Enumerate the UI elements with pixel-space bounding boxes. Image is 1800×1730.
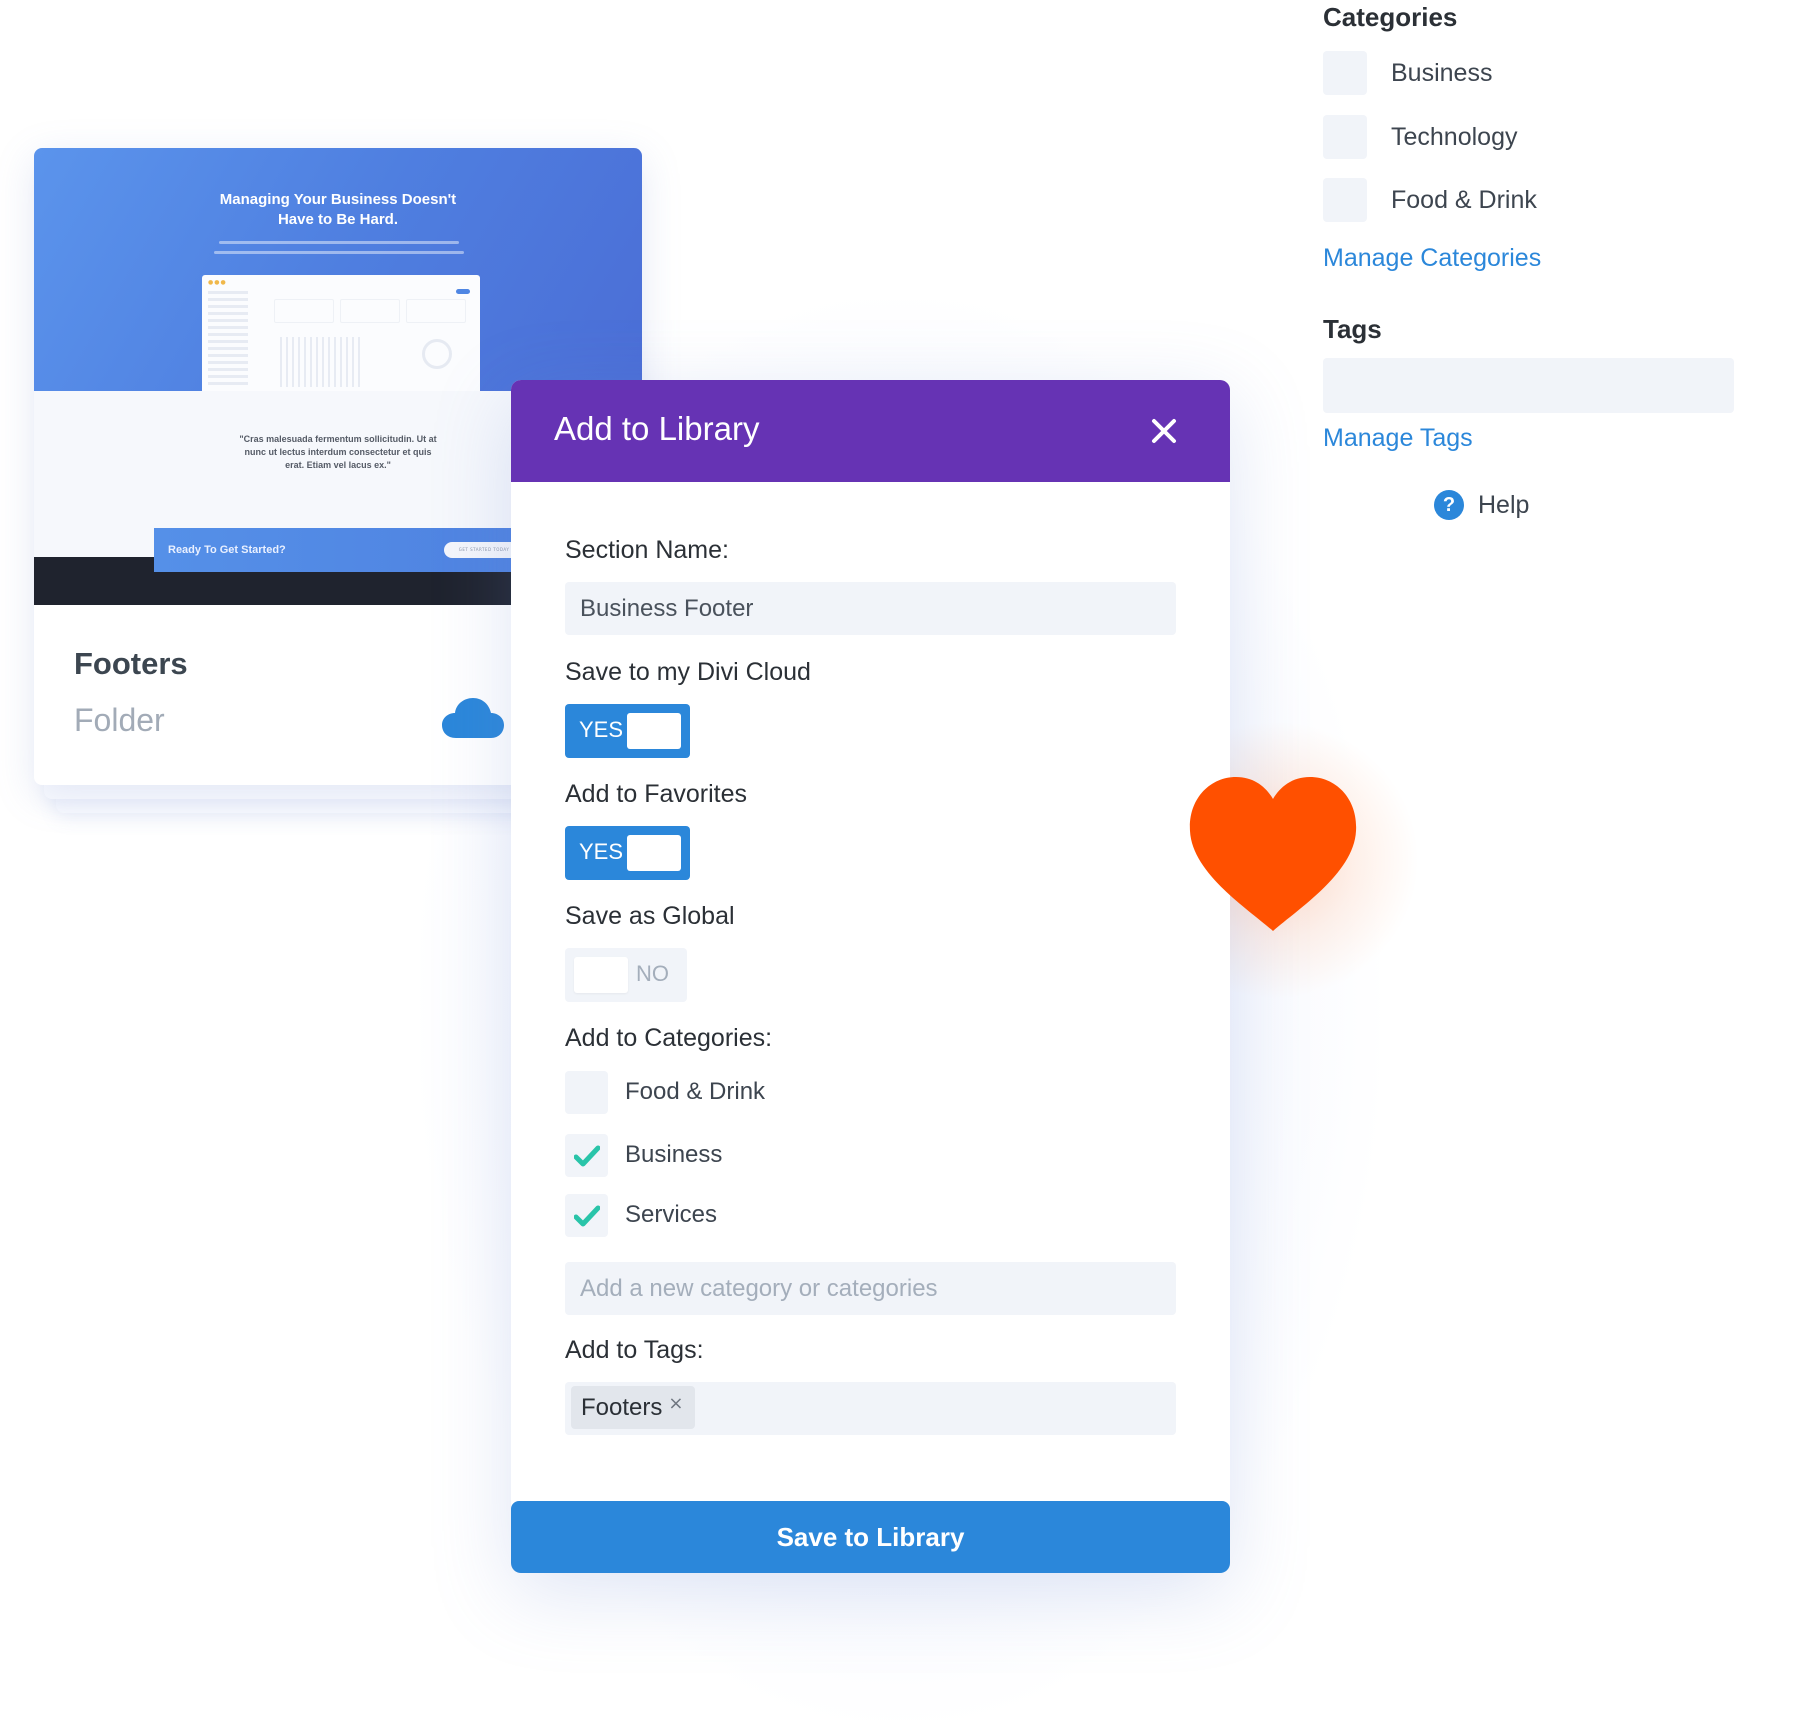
tags-input[interactable]: Footers ×	[565, 1382, 1176, 1435]
divi-cloud-toggle[interactable]: YES	[565, 704, 690, 758]
tags-filter-input[interactable]	[1323, 358, 1734, 413]
global-label: Save as Global	[565, 902, 735, 930]
category-item-business[interactable]: Business	[565, 1133, 722, 1177]
add-to-library-modal: Add to Library Section Name: Save to my …	[511, 380, 1230, 1573]
toggle-knob	[627, 713, 681, 749]
checkbox[interactable]	[565, 1133, 608, 1177]
manage-tags-link[interactable]: Manage Tags	[1323, 424, 1473, 453]
close-button[interactable]	[1145, 412, 1183, 450]
modal-header: Add to Library	[511, 380, 1230, 482]
preview-lorem-line	[219, 241, 459, 244]
dashboard-ring-mock	[422, 339, 452, 369]
filter-category-technology[interactable]: Technology	[1323, 115, 1517, 159]
tags-label: Add to Tags:	[565, 1336, 704, 1364]
checkbox[interactable]	[1323, 115, 1367, 159]
tags-heading: Tags	[1323, 314, 1382, 344]
dashboard-sidebar-mock	[208, 291, 248, 386]
tag-chip: Footers ×	[571, 1386, 696, 1429]
toggle-knob	[574, 957, 628, 993]
help-icon: ?	[1434, 490, 1464, 520]
filter-category-food-drink[interactable]: Food & Drink	[1323, 178, 1537, 222]
filter-category-business[interactable]: Business	[1323, 51, 1492, 95]
heart-icon[interactable]	[1188, 775, 1358, 933]
save-to-library-button[interactable]: Save to Library	[511, 1501, 1230, 1573]
favorites-toggle[interactable]: YES	[565, 826, 690, 880]
preview-dashboard-mock: ●●●	[202, 275, 480, 391]
new-category-input[interactable]	[565, 1262, 1176, 1315]
checkbox[interactable]	[565, 1070, 608, 1114]
category-item-food-drink[interactable]: Food & Drink	[565, 1070, 765, 1114]
dashboard-stat-mock	[274, 299, 334, 323]
help-button[interactable]: ? Help	[1434, 490, 1529, 520]
categories-heading: Categories	[1323, 2, 1458, 32]
dashboard-stat-mock	[340, 299, 400, 323]
check-icon	[574, 1205, 600, 1226]
cloud-icon	[442, 698, 504, 738]
remove-tag-icon[interactable]: ×	[668, 1393, 683, 1414]
card-title: Footers	[74, 646, 188, 681]
checkbox[interactable]	[1323, 178, 1367, 222]
divi-cloud-label: Save to my Divi Cloud	[565, 658, 811, 686]
preview-hero: Managing Your Business Doesn't Have to B…	[34, 148, 642, 391]
dashboard-pill-mock	[456, 289, 470, 294]
dashboard-stat-mock	[406, 299, 466, 323]
categories-label: Add to Categories:	[565, 1024, 773, 1052]
section-name-label: Section Name:	[565, 536, 729, 564]
close-icon	[1152, 419, 1176, 443]
card-subtitle: Folder	[74, 702, 165, 738]
toggle-knob	[627, 835, 681, 871]
manage-categories-link[interactable]: Manage Categories	[1323, 244, 1541, 273]
check-icon	[574, 1145, 600, 1166]
global-toggle[interactable]: NO	[565, 948, 687, 1002]
dashboard-bars-mock	[280, 337, 360, 387]
window-dots-icon: ●●●	[208, 279, 227, 286]
preview-headline: Managing Your Business Doesn't Have to B…	[219, 191, 457, 228]
section-name-input[interactable]	[565, 582, 1176, 635]
modal-title: Add to Library	[554, 410, 760, 447]
favorites-label: Add to Favorites	[565, 780, 748, 808]
checkbox[interactable]	[1323, 51, 1367, 95]
category-item-services[interactable]: Services	[565, 1193, 717, 1237]
checkbox[interactable]	[565, 1193, 608, 1237]
preview-lorem-line	[214, 251, 464, 254]
